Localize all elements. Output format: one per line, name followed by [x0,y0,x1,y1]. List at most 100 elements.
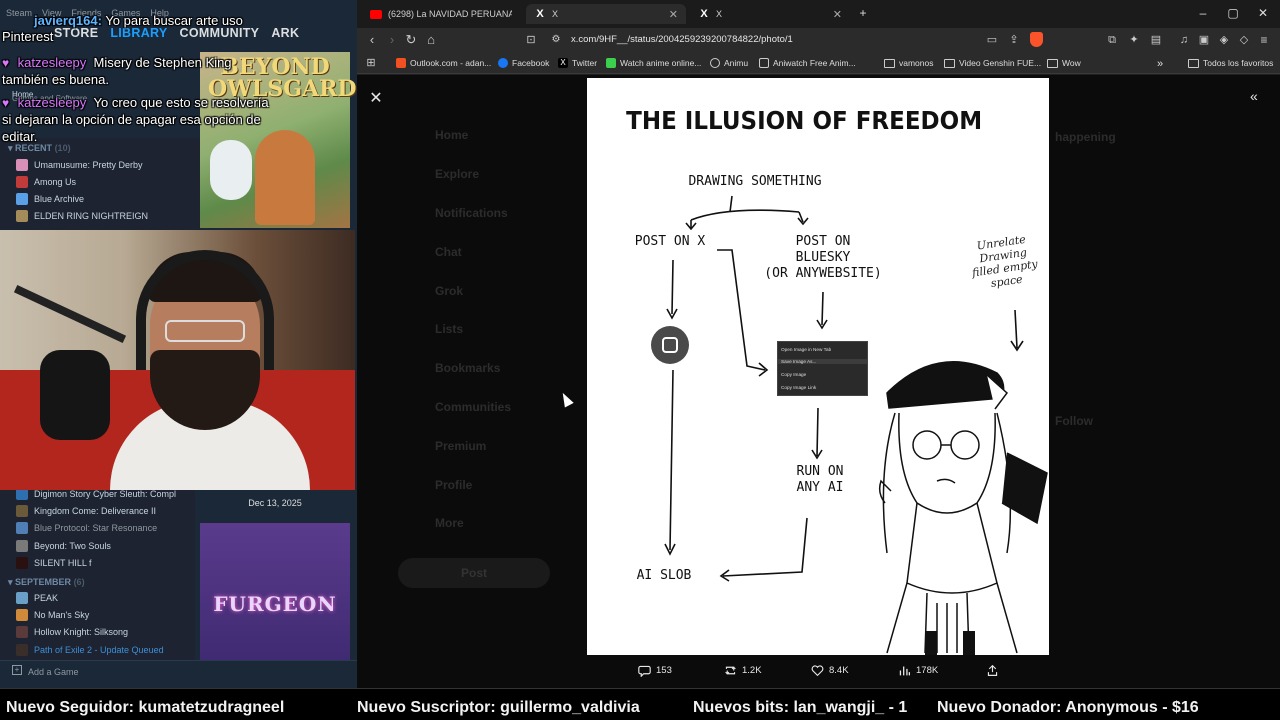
game-item[interactable]: ELDEN RING NIGHTREIGN [16,208,148,224]
bookmark-outlook[interactable]: Outlook.com - adan... [396,58,491,68]
x-nav-home[interactable]: Home [435,128,468,142]
extension-icon[interactable]: ⧉ [1104,32,1120,48]
chat-message: javierq164: Yo para buscar arte uso [34,13,243,29]
back-icon[interactable]: ‹ [364,32,380,48]
x-who-to-follow: Follow [1055,414,1093,428]
game-item[interactable]: Beyond: Two Souls [16,538,111,554]
folder-icon [1047,58,1058,68]
tab-x[interactable]: X X ✕ [690,4,850,24]
ticker-subscriber: Nuevo Suscriptor: guillermo_valdivia [357,699,640,716]
game-item[interactable]: Blue Archive [16,191,84,207]
x-nav-notifications[interactable]: Notifications [435,206,508,220]
reload-icon[interactable]: ↻ [403,32,419,48]
comment-icon [638,665,651,677]
music-icon[interactable]: ♫ [1176,32,1192,48]
chat-text-cont: Pinterest [2,29,54,44]
x-nav-profile[interactable]: Profile [435,478,472,492]
game-thumb [16,592,28,604]
reply-button[interactable]: 153 [638,664,672,677]
tab-label: X [716,9,723,19]
vpn-icon[interactable]: ◈ [1216,32,1232,48]
nav-user[interactable]: ARK [271,26,299,40]
sidebar-icon[interactable]: ▤ [1148,32,1164,48]
x-nav-chat[interactable]: Chat [435,245,462,259]
ticker-donor: Nuevo Donador: Anonymous - $16 [937,699,1199,716]
share-button[interactable] [986,664,999,677]
bookmark-icon[interactable]: ⊡ [523,32,539,48]
repost-button[interactable]: 1.2K [724,664,762,677]
like-button[interactable]: 8.4K [811,664,849,677]
bookmark-facebook[interactable]: Facebook [498,58,549,68]
game-item[interactable]: Among Us [16,174,76,190]
share-icon [987,664,998,676]
x-nav-communities[interactable]: Communities [435,400,511,414]
folder-icon [944,58,955,68]
minimize-icon[interactable]: – [1196,6,1210,20]
x-nav-premium[interactable]: Premium [435,439,486,453]
apps-icon[interactable]: ⊞ [363,55,379,71]
new-tab-icon[interactable]: + [856,6,870,20]
comic-image[interactable]: THE ILLUSION OF FREEDOM DRAWING SOMETHIN… [587,78,1049,655]
bookmark-folder-wow[interactable]: Wow [1047,58,1081,68]
tab-youtube[interactable]: (6298) La NAVIDAD PERUANA es OTR [362,4,522,24]
bookmark-folder-genshin[interactable]: Video Genshin FUE... [944,58,1041,68]
maximize-icon[interactable]: ▢ [1226,6,1240,20]
site-info-icon[interactable]: ⚙ [548,32,564,48]
close-window-icon[interactable]: ✕ [1256,6,1270,20]
game-item[interactable]: PEAK [16,590,58,606]
outlook-icon [396,58,406,68]
x-nav-grok[interactable]: Grok [435,284,463,298]
bookmark-anime[interactable]: Watch anime online... [606,58,701,68]
menu-icon[interactable]: ≡ [1256,32,1272,48]
microphone [40,350,110,440]
forward-icon[interactable]: › [384,32,400,48]
shield-icon[interactable]: ◇ [1236,32,1252,48]
views-button[interactable]: 178K [898,664,938,677]
close-tab-icon[interactable]: ✕ [669,8,678,21]
add-game-button[interactable]: Add a Game [28,667,79,677]
bookmark-aniwatch[interactable]: Aniwatch Free Anim... [759,58,856,68]
game-thumb [16,540,28,552]
x-nav-bookmarks[interactable]: Bookmarks [435,361,500,375]
share-icon[interactable]: ⇪ [1006,32,1022,48]
brave-shield-icon[interactable] [1030,32,1043,47]
game-item[interactable]: Kingdom Come: Deliverance II [16,503,156,519]
url-field[interactable]: x.com/9HF__/status/2004259239200784822/p… [571,34,793,45]
chat-text: Yo para buscar arte uso [105,13,243,28]
tab-x-active[interactable]: X X ✕ [526,4,686,24]
folder-icon [1188,58,1199,68]
chat-message: ♥ katzesleepy Yo creo que esto se resolv… [2,95,269,111]
game-item[interactable]: Blue Protocol: Star Resonance [16,520,157,536]
game-item[interactable]: SILENT HILL f [16,555,92,571]
puzzle-icon[interactable]: ✦ [1126,32,1142,48]
close-icon[interactable]: ✕ [368,88,384,108]
game-item[interactable]: Path of Exile 2 - Update Queued [16,642,164,658]
globe-icon [710,58,720,68]
menu-steam[interactable]: Steam [6,8,32,18]
ticker-bits: Nuevos bits: lan_wangji_ - 1 [693,699,908,716]
bookmark-folder-vamonos[interactable]: vamonos [884,58,934,68]
bookmark-folder-favorites[interactable]: Todos los favoritos [1188,58,1273,68]
collapse-sidebar-icon[interactable]: « [1250,88,1258,104]
september-section-header[interactable]: ▾ SEPTEMBER (6) [8,577,85,588]
x-nav-more[interactable]: More [435,516,464,530]
bookmark-twitter[interactable]: X Twitter [558,58,597,68]
chat-text-cont: editar. [2,129,38,144]
fox-character [255,130,315,225]
bookmark-animu[interactable]: Animu [710,58,748,68]
game-item[interactable]: Umamusume: Pretty Derby [16,157,143,173]
x-post-button[interactable]: Post [398,558,550,588]
game-item[interactable]: Hollow Knight: Silksong [16,624,128,640]
wallet-icon[interactable]: ▣ [1196,32,1212,48]
game-item[interactable]: No Man's Sky [16,607,89,623]
game-thumb [16,176,28,188]
x-nav-lists[interactable]: Lists [435,322,463,336]
game-thumb [16,644,28,656]
more-bookmarks-icon[interactable]: » [1157,58,1163,70]
cast-icon[interactable]: ▭ [984,32,1000,48]
close-tab-icon[interactable]: ✕ [833,8,842,21]
home-icon[interactable]: ⌂ [423,32,439,48]
repost-icon [725,666,736,675]
anime-girl-drawing [878,361,1048,655]
x-nav-explore[interactable]: Explore [435,167,479,181]
